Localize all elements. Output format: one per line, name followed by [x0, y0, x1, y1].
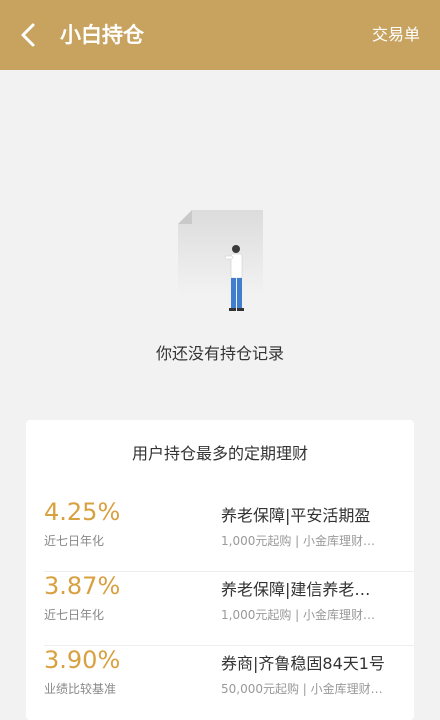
- product-desc: 50,000元起购 | 小金库理财…: [221, 682, 383, 696]
- top-bar: 小白持仓 交易单: [0, 0, 440, 70]
- product-rate-label: 近七日年化: [44, 608, 105, 622]
- empty-holdings-illustration: [178, 210, 263, 311]
- product-item[interactable]: 4.25% 近七日年化 养老保障|平安活期盈 1,000元起购 | 小金库理财…: [26, 498, 414, 572]
- product-desc: 1,000元起购 | 小金库理财…: [221, 608, 376, 622]
- recommend-card: 用户持仓最多的定期理财 4.25% 近七日年化 养老保障|平安活期盈 1,000…: [26, 420, 414, 720]
- product-rate-label: 业绩比较基准: [44, 682, 117, 696]
- page-title: 小白持仓: [60, 23, 144, 47]
- product-item[interactable]: 3.87% 近七日年化 养老保障|建信养老… 1,000元起购 | 小金库理财…: [26, 572, 414, 646]
- product-rate: 3.90%: [44, 646, 121, 674]
- trade-orders-link[interactable]: 交易单: [372, 0, 420, 70]
- product-rate: 4.25%: [44, 498, 121, 526]
- chevron-left-icon[interactable]: [15, 21, 43, 49]
- recommend-title: 用户持仓最多的定期理财: [131, 444, 308, 463]
- product-name: 养老保障|平安活期盈: [221, 506, 371, 525]
- product-name: 养老保障|建信养老…: [221, 580, 371, 599]
- product-item[interactable]: 3.90% 业绩比较基准 券商|齐鲁稳固84天1号 50,000元起购 | 小金…: [26, 646, 414, 720]
- product-name: 券商|齐鲁稳固84天1号: [221, 654, 385, 673]
- empty-message: 你还没有持仓记录: [155, 344, 284, 363]
- product-rate: 3.87%: [44, 572, 121, 600]
- product-desc: 1,000元起购 | 小金库理财…: [221, 534, 376, 548]
- product-rate-label: 近七日年化: [44, 534, 105, 548]
